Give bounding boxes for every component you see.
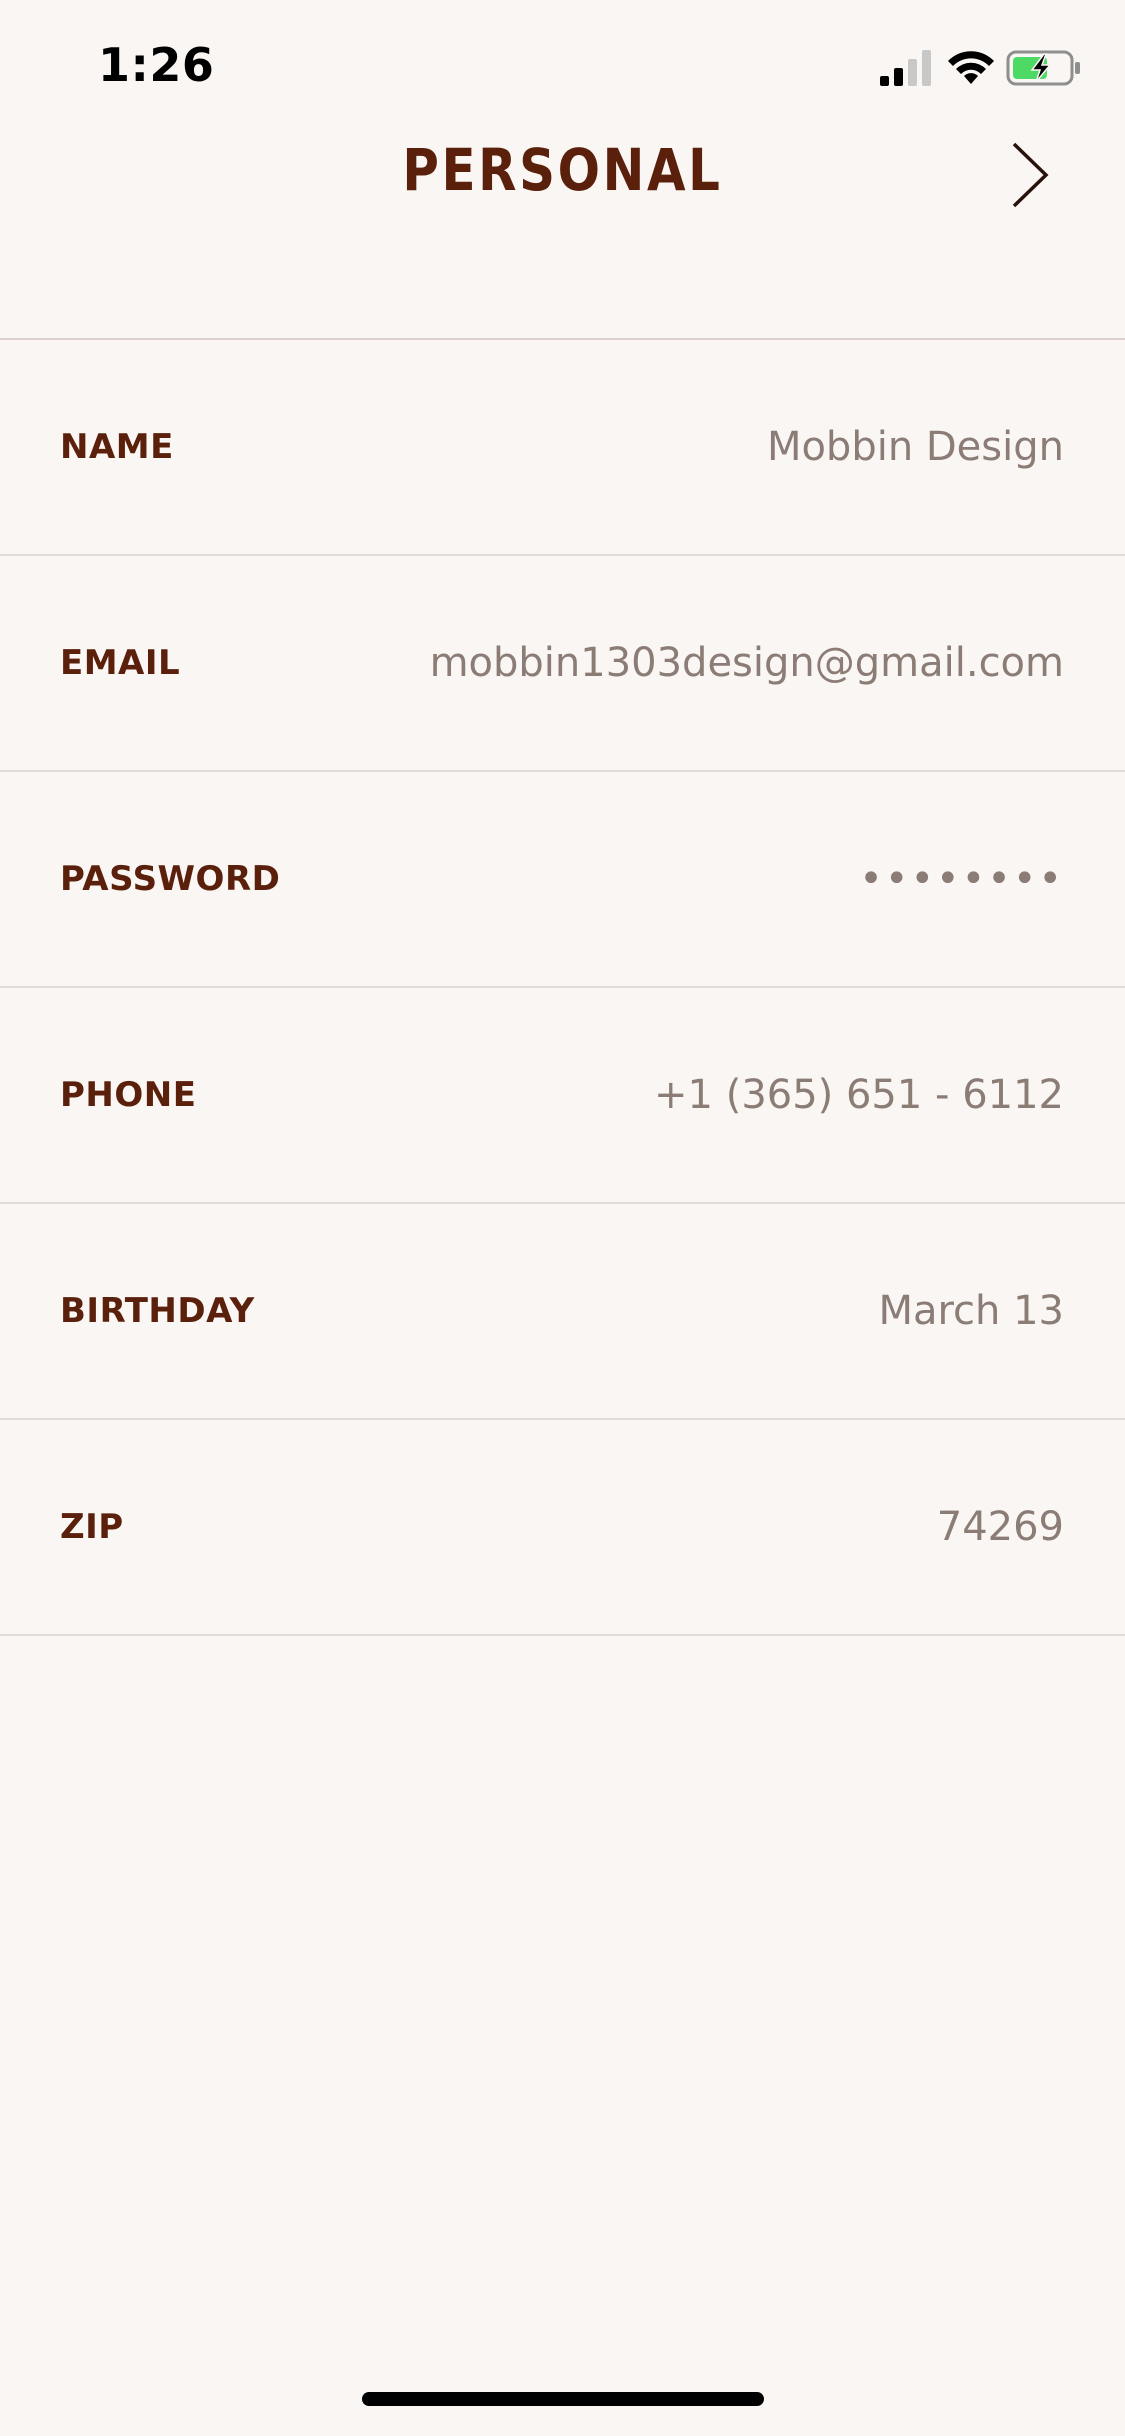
field-label: ZIP xyxy=(60,1507,124,1547)
name-value: Mobbin Design xyxy=(766,424,1064,470)
field-row-birthday[interactable]: BIRTHDAY March 13 xyxy=(0,1204,1125,1420)
wifi-icon xyxy=(948,51,994,84)
field-row-name[interactable]: NAME Mobbin Design xyxy=(0,340,1125,556)
status-bar: 1:26 xyxy=(0,0,1125,140)
page-title: PERSONAL xyxy=(402,136,723,204)
personal-info-list: NAME Mobbin Design EMAIL mobbin1303desig… xyxy=(0,338,1125,1636)
battery-charging-icon xyxy=(1006,50,1080,86)
field-label: BIRTHDAY xyxy=(60,1291,255,1331)
status-time: 1:26 xyxy=(98,38,215,92)
field-label: PHONE xyxy=(60,1075,197,1115)
zip-value: 74269 xyxy=(936,1504,1064,1550)
field-row-email[interactable]: EMAIL mobbin1303design@gmail.com xyxy=(0,556,1125,772)
cellular-signal-icon xyxy=(880,50,931,86)
password-value: •••••••• xyxy=(859,856,1064,902)
field-row-zip[interactable]: ZIP 74269 xyxy=(0,1420,1125,1636)
field-row-phone[interactable]: PHONE +1 (365) 651 - 6112 xyxy=(0,988,1125,1204)
chevron-right-icon[interactable] xyxy=(1002,140,1058,210)
field-label: NAME xyxy=(60,427,174,467)
home-indicator[interactable] xyxy=(362,2392,764,2406)
field-row-password[interactable]: PASSWORD •••••••• xyxy=(0,772,1125,988)
field-label: EMAIL xyxy=(60,643,181,683)
phone-value: +1 (365) 651 - 6112 xyxy=(654,1072,1064,1118)
email-value: mobbin1303design@gmail.com xyxy=(429,640,1064,686)
birthday-value: March 13 xyxy=(878,1288,1064,1334)
field-label: PASSWORD xyxy=(60,859,281,899)
